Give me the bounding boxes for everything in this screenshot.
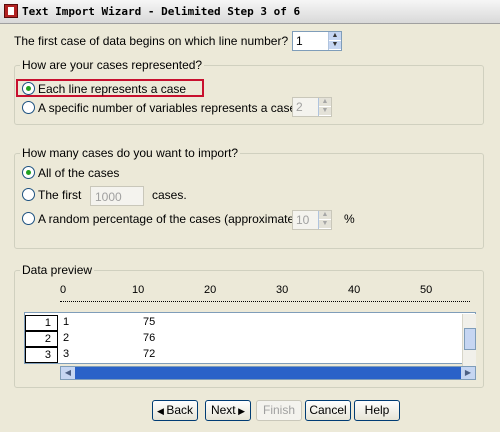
table-cell: 1 <box>63 316 70 328</box>
ruler-tick: 10 <box>132 284 145 296</box>
spinner-buttons[interactable]: ▲ ▼ <box>328 32 341 50</box>
ruler-tick: 0 <box>60 284 67 296</box>
back-button[interactable]: ◀ Back <box>152 400 198 421</box>
ruler-tick: 20 <box>204 284 217 296</box>
table-cell: 2 <box>63 332 70 344</box>
random-pct-value: 10 <box>296 213 310 227</box>
scroll-left-icon[interactable]: ◀ <box>61 367 75 379</box>
finish-button[interactable]: Finish <box>256 400 302 421</box>
first-line-value: 1 <box>296 34 303 48</box>
finish-button-label: Finish <box>262 403 295 417</box>
ruler-tick: 30 <box>276 284 289 296</box>
data-preview-table[interactable]: 1 1 75 2 2 76 3 3 72 <box>24 312 476 364</box>
first-case-label: The first case of data begins on which l… <box>14 34 289 48</box>
help-button-label: Help <box>364 403 390 417</box>
spinner-buttons[interactable]: ▲ ▼ <box>318 211 331 229</box>
radio-each-line[interactable] <box>22 82 35 95</box>
radio-first-n[interactable] <box>22 188 35 201</box>
table-cell: 75 <box>143 316 156 328</box>
table-cell: 72 <box>143 348 156 360</box>
row-number: 1 <box>25 315 58 331</box>
radio-all-cases-label[interactable]: All of the cases <box>38 166 119 180</box>
cancel-button[interactable]: Cancel <box>305 400 351 421</box>
vertical-scrollbar[interactable] <box>462 314 476 366</box>
ruler-tick: 40 <box>348 284 361 296</box>
scroll-thumb[interactable] <box>464 328 476 350</box>
back-button-label: Back <box>166 403 194 417</box>
scroll-right-icon[interactable]: ▶ <box>461 367 475 379</box>
cases-represented-legend: How are your cases represented? <box>20 58 205 72</box>
radio-specific-vars[interactable] <box>22 101 35 114</box>
random-pct-spinner[interactable]: 10 ▲ ▼ <box>292 210 332 230</box>
spin-up-icon[interactable]: ▲ <box>329 32 341 41</box>
next-button-label: Next <box>210 403 236 417</box>
next-button[interactable]: Next ▶ <box>205 400 251 421</box>
back-arrow-icon: ◀ <box>156 406 167 416</box>
table-cell: 76 <box>143 332 156 344</box>
spin-down-icon[interactable]: ▼ <box>319 107 331 116</box>
first-n-suffix: cases. <box>152 188 187 202</box>
spin-down-icon[interactable]: ▼ <box>319 220 331 229</box>
random-pct-unit: % <box>344 212 355 226</box>
radio-specific-vars-label[interactable]: A specific number of variables represent… <box>38 101 299 115</box>
table-cell: 3 <box>63 348 70 360</box>
spin-up-icon[interactable]: ▲ <box>319 98 331 107</box>
row-number: 3 <box>25 347 58 363</box>
radio-each-line-label[interactable]: Each line represents a case <box>38 82 186 96</box>
cancel-button-label: Cancel <box>309 403 347 417</box>
spin-down-icon[interactable]: ▼ <box>329 41 341 50</box>
first-n-input[interactable]: 1000 <box>90 186 144 206</box>
radio-random-pct-label[interactable]: A random percentage of the cases (approx… <box>38 212 301 226</box>
variables-spinner[interactable]: 2 ▲ ▼ <box>292 97 332 117</box>
spin-up-icon[interactable]: ▲ <box>319 211 331 220</box>
spinner-buttons[interactable]: ▲ ▼ <box>318 98 331 116</box>
next-arrow-icon: ▶ <box>235 406 246 416</box>
title-bar: Text Import Wizard - Delimited Step 3 of… <box>0 0 500 24</box>
first-line-spinner[interactable]: 1 ▲ ▼ <box>292 31 342 51</box>
horizontal-scrollbar[interactable]: ◀ ▶ <box>60 366 476 380</box>
variables-value: 2 <box>296 100 303 114</box>
import-count-legend: How many cases do you want to import? <box>20 146 241 160</box>
column-ruler <box>60 288 470 302</box>
radio-random-pct[interactable] <box>22 212 35 225</box>
radio-all-cases[interactable] <box>22 166 35 179</box>
ruler-tick: 50 <box>420 284 433 296</box>
radio-first-n-label[interactable]: The first <box>38 188 81 202</box>
help-button[interactable]: Help <box>354 400 400 421</box>
row-number: 2 <box>25 331 58 347</box>
app-icon <box>4 4 18 18</box>
data-preview-legend: Data preview <box>20 263 95 277</box>
window-title: Text Import Wizard - Delimited Step 3 of… <box>22 5 301 18</box>
